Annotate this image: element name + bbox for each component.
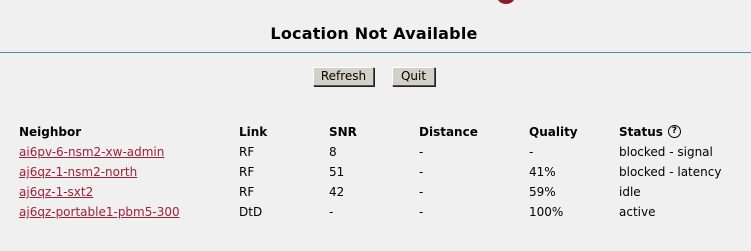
neighbor-link[interactable]: aj6qz-1-nsm2-north [19, 165, 137, 179]
header-link: Link [239, 125, 268, 139]
distance-cell: - [419, 205, 424, 219]
header-status: Status? [617, 122, 751, 142]
neighbor-cell: ai6pv-6-nsm2-xw-admin [17, 142, 237, 162]
quality-cell: 59% [529, 185, 556, 199]
neighbor-link[interactable]: ai6pv-6-nsm2-xw-admin [19, 145, 164, 159]
quality-cell: - [529, 145, 534, 159]
quality-cell: 41% [529, 165, 556, 179]
refresh-button[interactable]: Refresh [313, 67, 374, 86]
header-distance: Distance [419, 125, 478, 139]
question-circle-icon[interactable]: ? [667, 125, 681, 138]
snr-cell: 42 [329, 185, 345, 199]
table-row: aj6qz-1-sxt2 RF 42 - 59% idle [17, 182, 751, 202]
table-row: ai6pv-6-nsm2-xw-admin RF 8 - - blocked -… [17, 142, 751, 162]
header-quality: Quality [529, 125, 578, 139]
neighbor-cell: aj6qz-portable1-pbm5-300 [17, 202, 237, 222]
snr-cell: 8 [329, 145, 337, 159]
distance-cell: - [419, 165, 424, 179]
neighbor-cell: aj6qz-1-sxt2 [17, 182, 237, 202]
distance-cell: - [419, 145, 424, 159]
neighbor-cell: aj6qz-1-nsm2-north [17, 162, 237, 182]
status-cell: blocked - latency [619, 165, 722, 179]
neighbor-link[interactable]: aj6qz-portable1-pbm5-300 [19, 205, 180, 219]
link-cell: RF [239, 165, 255, 179]
link-cell: RF [239, 145, 255, 159]
header-snr: SNR [329, 125, 357, 139]
link-cell: RF [239, 185, 255, 199]
status-cell: blocked - signal [619, 145, 713, 159]
header-neighbor: Neighbor [19, 125, 82, 139]
snr-cell: - [329, 205, 334, 219]
status-cell: active [619, 205, 656, 219]
table-row: aj6qz-1-nsm2-north RF 51 - 41% blocked -… [17, 162, 751, 182]
status-cell: idle [619, 185, 641, 199]
header-status-label: Status [619, 125, 663, 139]
header-divider [0, 52, 751, 53]
link-cell: DtD [239, 205, 263, 219]
quality-cell: 100% [529, 205, 564, 219]
distance-cell: - [419, 185, 424, 199]
table-row: aj6qz-portable1-pbm5-300 DtD - - 100% ac… [17, 202, 751, 222]
page-title: Location Not Available [270, 24, 478, 43]
neighbor-table: Neighbor Link SNR Distance Quality Statu… [17, 122, 751, 222]
logo-fragment [496, 0, 516, 4]
snr-cell: 51 [329, 165, 345, 179]
table-header-row: Neighbor Link SNR Distance Quality Statu… [17, 122, 751, 142]
neighbor-link[interactable]: aj6qz-1-sxt2 [19, 185, 93, 199]
quit-button[interactable]: Quit [392, 67, 435, 86]
